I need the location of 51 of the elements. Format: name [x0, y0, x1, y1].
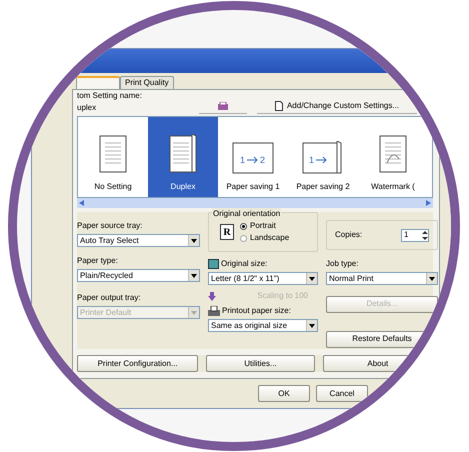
dialog-button[interactable]: Printer Configuration... [77, 355, 198, 372]
caret-icon [188, 270, 199, 281]
caret-icon [188, 235, 199, 246]
caret-icon [306, 273, 317, 284]
two-pages-icon: 1 2 [231, 141, 275, 175]
dropdown-field[interactable]: Same as original size [208, 319, 318, 332]
dropdown-field[interactable]: Auto Tray Select [77, 234, 200, 247]
scroll-left-icon [79, 200, 84, 206]
document-icon [274, 100, 283, 110]
field-label: Job type: [326, 258, 360, 270]
scaling-text: Scaling to 100 [257, 290, 309, 302]
group-label: Original orientation [212, 208, 282, 220]
add-change-settings-button[interactable]: Add/Change Custom Settings... [257, 98, 417, 114]
caret-icon [306, 320, 317, 331]
field-label: Paper output tray: [77, 292, 142, 304]
dropdown-field[interactable]: Letter (8 1/2" x 11") [208, 272, 318, 285]
radio-label: Portrait [250, 220, 276, 232]
document-size-icon [208, 259, 219, 269]
dropdown-field[interactable]: Normal Print [326, 272, 438, 285]
scroll-right-icon [426, 200, 431, 206]
setting-name-text: uplex [77, 102, 98, 114]
tab[interactable] [76, 76, 120, 89]
dialog-button[interactable]: OK [258, 385, 310, 402]
tab[interactable]: Print Quality [120, 76, 174, 89]
field-label: Original size: [221, 258, 268, 270]
field-label: Paper source tray: [77, 220, 144, 232]
watermark-page-icon [377, 133, 409, 175]
caret-icon [188, 307, 199, 318]
radio-label: Landscape [250, 232, 290, 244]
spinner-arrows-icon [422, 230, 428, 240]
field-label: Paper type: [77, 255, 119, 267]
radio-button[interactable] [240, 234, 247, 242]
orientation-icon: R [220, 224, 234, 240]
setting-option[interactable]: No Setting [78, 117, 148, 197]
setting-option[interactable]: Duplex [148, 117, 218, 197]
field-label: Copies: [335, 229, 362, 241]
down-arrow-icon [208, 292, 216, 300]
dialog-button[interactable]: Utilities... [206, 355, 315, 372]
page-icon [97, 133, 129, 175]
dropdown-field[interactable]: Plain/Recycled [77, 269, 200, 282]
printer-icon [208, 306, 220, 316]
copies-spinner[interactable]: 1 [401, 228, 429, 242]
dialog-button[interactable]: Cancel [316, 385, 368, 402]
setting-option[interactable]: 1 Paper saving 2 [288, 117, 358, 197]
radio-button[interactable] [240, 222, 247, 230]
duplex-page-icon [167, 133, 199, 175]
printer-icon [218, 102, 228, 110]
field-label: Printout paper size: [222, 305, 291, 317]
setting-option[interactable]: 1 2 Paper saving 1 [218, 117, 288, 197]
setting-option[interactable]: Watermark ( [358, 117, 428, 197]
field-label: tom Setting name: [77, 90, 143, 102]
